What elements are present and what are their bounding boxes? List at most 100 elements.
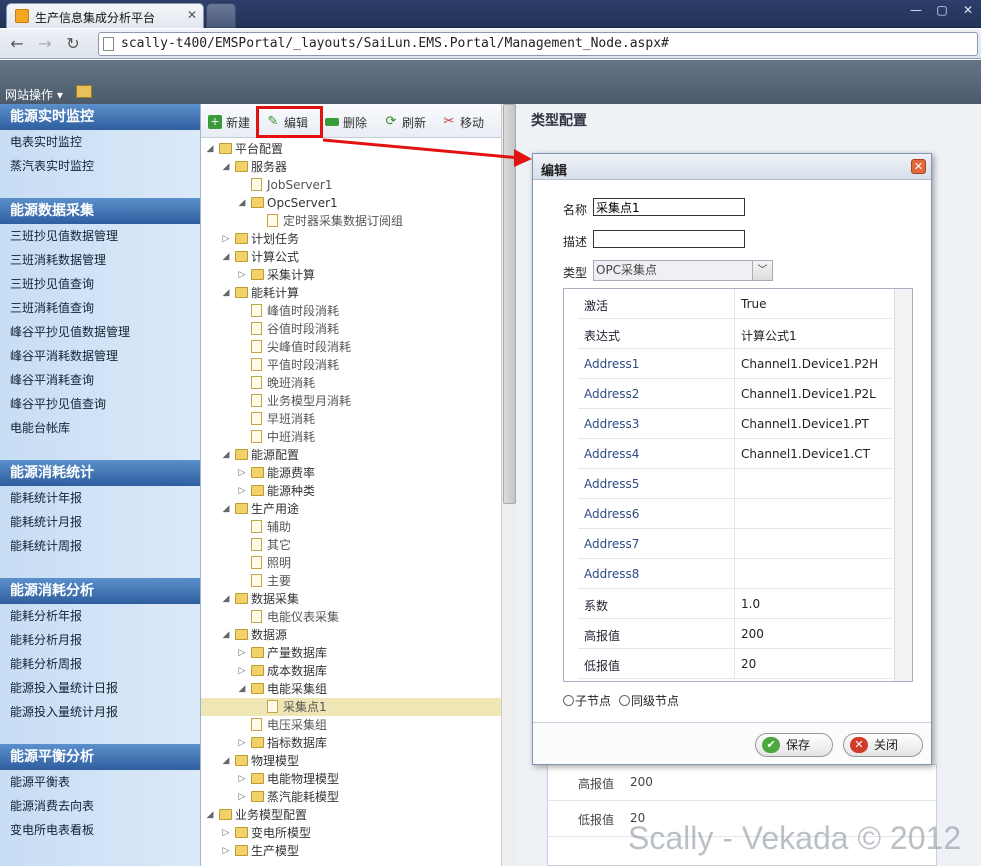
tree-node[interactable]: ▷ 生产模型	[201, 842, 501, 860]
property-row[interactable]: 系数 1.0	[578, 589, 892, 619]
property-value[interactable]: 200	[734, 619, 892, 649]
expand-icon[interactable]: ▷	[221, 842, 231, 860]
nav-item[interactable]: 峰谷平抄见值查询	[0, 392, 200, 416]
nav-section-header[interactable]: 能源平衡分析	[0, 744, 200, 770]
move-button[interactable]: ✂ 移动	[442, 113, 484, 131]
property-grid-scrollbar[interactable]	[894, 289, 912, 681]
nav-item[interactable]: 峰谷平消耗数据管理	[0, 344, 200, 368]
collapse-icon[interactable]: ◢	[221, 248, 231, 266]
property-row[interactable]: 低报值 20	[578, 649, 892, 679]
collapse-icon[interactable]: ◢	[221, 284, 231, 302]
tree-node[interactable]: ◢ 能耗计算	[201, 284, 501, 302]
tree-node[interactable]: 尖峰值时段消耗	[201, 338, 501, 356]
property-row[interactable]: Address2 Channel1.Device1.P2L	[578, 379, 892, 409]
tree-node[interactable]: ▷ 产量数据库	[201, 644, 501, 662]
nav-item[interactable]: 能耗统计年报	[0, 486, 200, 510]
property-value[interactable]: Channel1.Device1.P2L	[734, 379, 892, 409]
nav-item[interactable]: 电能台帐库	[0, 416, 200, 440]
maximize-icon[interactable]: ▢	[929, 0, 955, 20]
collapse-icon[interactable]: ◢	[205, 806, 215, 824]
nav-item[interactable]: 能耗分析月报	[0, 628, 200, 652]
nav-item[interactable]: 变电所电表看板	[0, 818, 200, 842]
collapse-icon[interactable]: ◢	[221, 590, 231, 608]
property-value[interactable]: 1.0	[734, 589, 892, 619]
property-row[interactable]: Address4 Channel1.Device1.CT	[578, 439, 892, 469]
tree-node[interactable]: ▷ 计划任务	[201, 230, 501, 248]
nav-section-header[interactable]: 能源数据采集	[0, 198, 200, 224]
tree-node[interactable]: ◢ 业务模型配置	[201, 806, 501, 824]
close-window-icon[interactable]: ✕	[955, 0, 981, 20]
property-value[interactable]	[734, 559, 892, 589]
tree-node[interactable]: 定时器采集数据订阅组	[201, 212, 501, 230]
nav-item[interactable]: 能源平衡表	[0, 770, 200, 794]
property-row[interactable]: Address7	[578, 529, 892, 559]
save-button[interactable]: ✔ 保存	[755, 733, 833, 757]
tree-node[interactable]: 照明	[201, 554, 501, 572]
new-tab-button[interactable]	[206, 3, 236, 28]
collapse-icon[interactable]: ◢	[221, 446, 231, 464]
property-value[interactable]	[734, 469, 892, 499]
tree-node[interactable]: ◢ 电能采集组	[201, 680, 501, 698]
back-arrow-icon[interactable]: ←	[6, 33, 28, 55]
tree-scrollbar-thumb[interactable]	[503, 104, 516, 504]
browser-tab-active[interactable]: 生产信息集成分析平台 ✕	[6, 3, 204, 28]
tree-node[interactable]: 峰值时段消耗	[201, 302, 501, 320]
forward-arrow-icon[interactable]: →	[34, 33, 56, 55]
property-row[interactable]: 高报值 200	[578, 619, 892, 649]
expand-icon[interactable]: ▷	[237, 644, 247, 662]
property-row[interactable]: Address8	[578, 559, 892, 589]
tree-node[interactable]: 辅助	[201, 518, 501, 536]
nav-item[interactable]: 峰谷平抄见值数据管理	[0, 320, 200, 344]
delete-button[interactable]: 删除	[325, 113, 367, 131]
tree-scrollbar[interactable]	[501, 104, 517, 866]
collapse-icon[interactable]: ◢	[237, 194, 247, 212]
sibling-node-radio[interactable]	[619, 695, 631, 706]
collapse-icon[interactable]: ◢	[205, 140, 215, 158]
tree-node[interactable]: ▷ 成本数据库	[201, 662, 501, 680]
dialog-close-icon[interactable]: ✕	[911, 159, 926, 174]
name-input[interactable]	[593, 198, 745, 216]
nav-item[interactable]: 三班消耗值查询	[0, 296, 200, 320]
property-row[interactable]: 激活 True	[578, 289, 892, 319]
nav-item[interactable]: 能耗统计月报	[0, 510, 200, 534]
expand-icon[interactable]: ▷	[237, 788, 247, 806]
folder-up-icon[interactable]	[76, 85, 92, 98]
url-input[interactable]: scally-t400/EMSPortal/_layouts/SaiLun.EM…	[98, 32, 978, 56]
nav-item[interactable]: 能源投入量统计月报	[0, 700, 200, 724]
property-value[interactable]: Channel1.Device1.P2H	[734, 349, 892, 379]
site-actions-menu[interactable]: 网站操作 ▾	[5, 86, 63, 103]
reload-icon[interactable]: ↻	[62, 33, 84, 55]
tree-node[interactable]: ◢ 数据源	[201, 626, 501, 644]
collapse-icon[interactable]: ◢	[221, 500, 231, 518]
property-value[interactable]: Channel1.Device1.CT	[734, 439, 892, 469]
nav-item[interactable]: 蒸汽表实时监控	[0, 154, 200, 178]
expand-icon[interactable]: ▷	[221, 230, 231, 248]
expand-icon[interactable]: ▷	[221, 824, 231, 842]
collapse-icon[interactable]: ◢	[237, 680, 247, 698]
tree-node[interactable]: 其它	[201, 536, 501, 554]
property-row[interactable]: Address5	[578, 469, 892, 499]
nav-item[interactable]: 三班抄见值查询	[0, 272, 200, 296]
child-node-radio[interactable]	[563, 695, 574, 706]
tree-node[interactable]: ◢ 物理模型	[201, 752, 501, 770]
nav-item[interactable]: 能耗分析年报	[0, 604, 200, 628]
dialog-header[interactable]: 编辑 ✕	[533, 154, 931, 180]
property-value[interactable]: 计算公式1	[734, 319, 892, 349]
nav-item[interactable]: 能耗分析周报	[0, 652, 200, 676]
tree-node[interactable]: ◢ 服务器	[201, 158, 501, 176]
property-value[interactable]: 20	[734, 649, 892, 679]
tree-node[interactable]: ▷ 能源种类	[201, 482, 501, 500]
tree-node[interactable]: 平值时段消耗	[201, 356, 501, 374]
tree-node[interactable]: ◢ 计算公式	[201, 248, 501, 266]
expand-icon[interactable]: ▷	[237, 662, 247, 680]
property-row[interactable]: Address3 Channel1.Device1.PT	[578, 409, 892, 439]
tree-node[interactable]: ◢ 生产用途	[201, 500, 501, 518]
expand-icon[interactable]: ▷	[237, 482, 247, 500]
property-value[interactable]: Channel1.Device1.PT	[734, 409, 892, 439]
nav-section-header[interactable]: 能源实时监控	[0, 104, 200, 130]
tree-node[interactable]: ▷ 指标数据库	[201, 734, 501, 752]
description-input[interactable]	[593, 230, 745, 248]
nav-item[interactable]: 峰谷平消耗查询	[0, 368, 200, 392]
expand-icon[interactable]: ▷	[237, 464, 247, 482]
nav-item[interactable]: 能源投入量统计日报	[0, 676, 200, 700]
